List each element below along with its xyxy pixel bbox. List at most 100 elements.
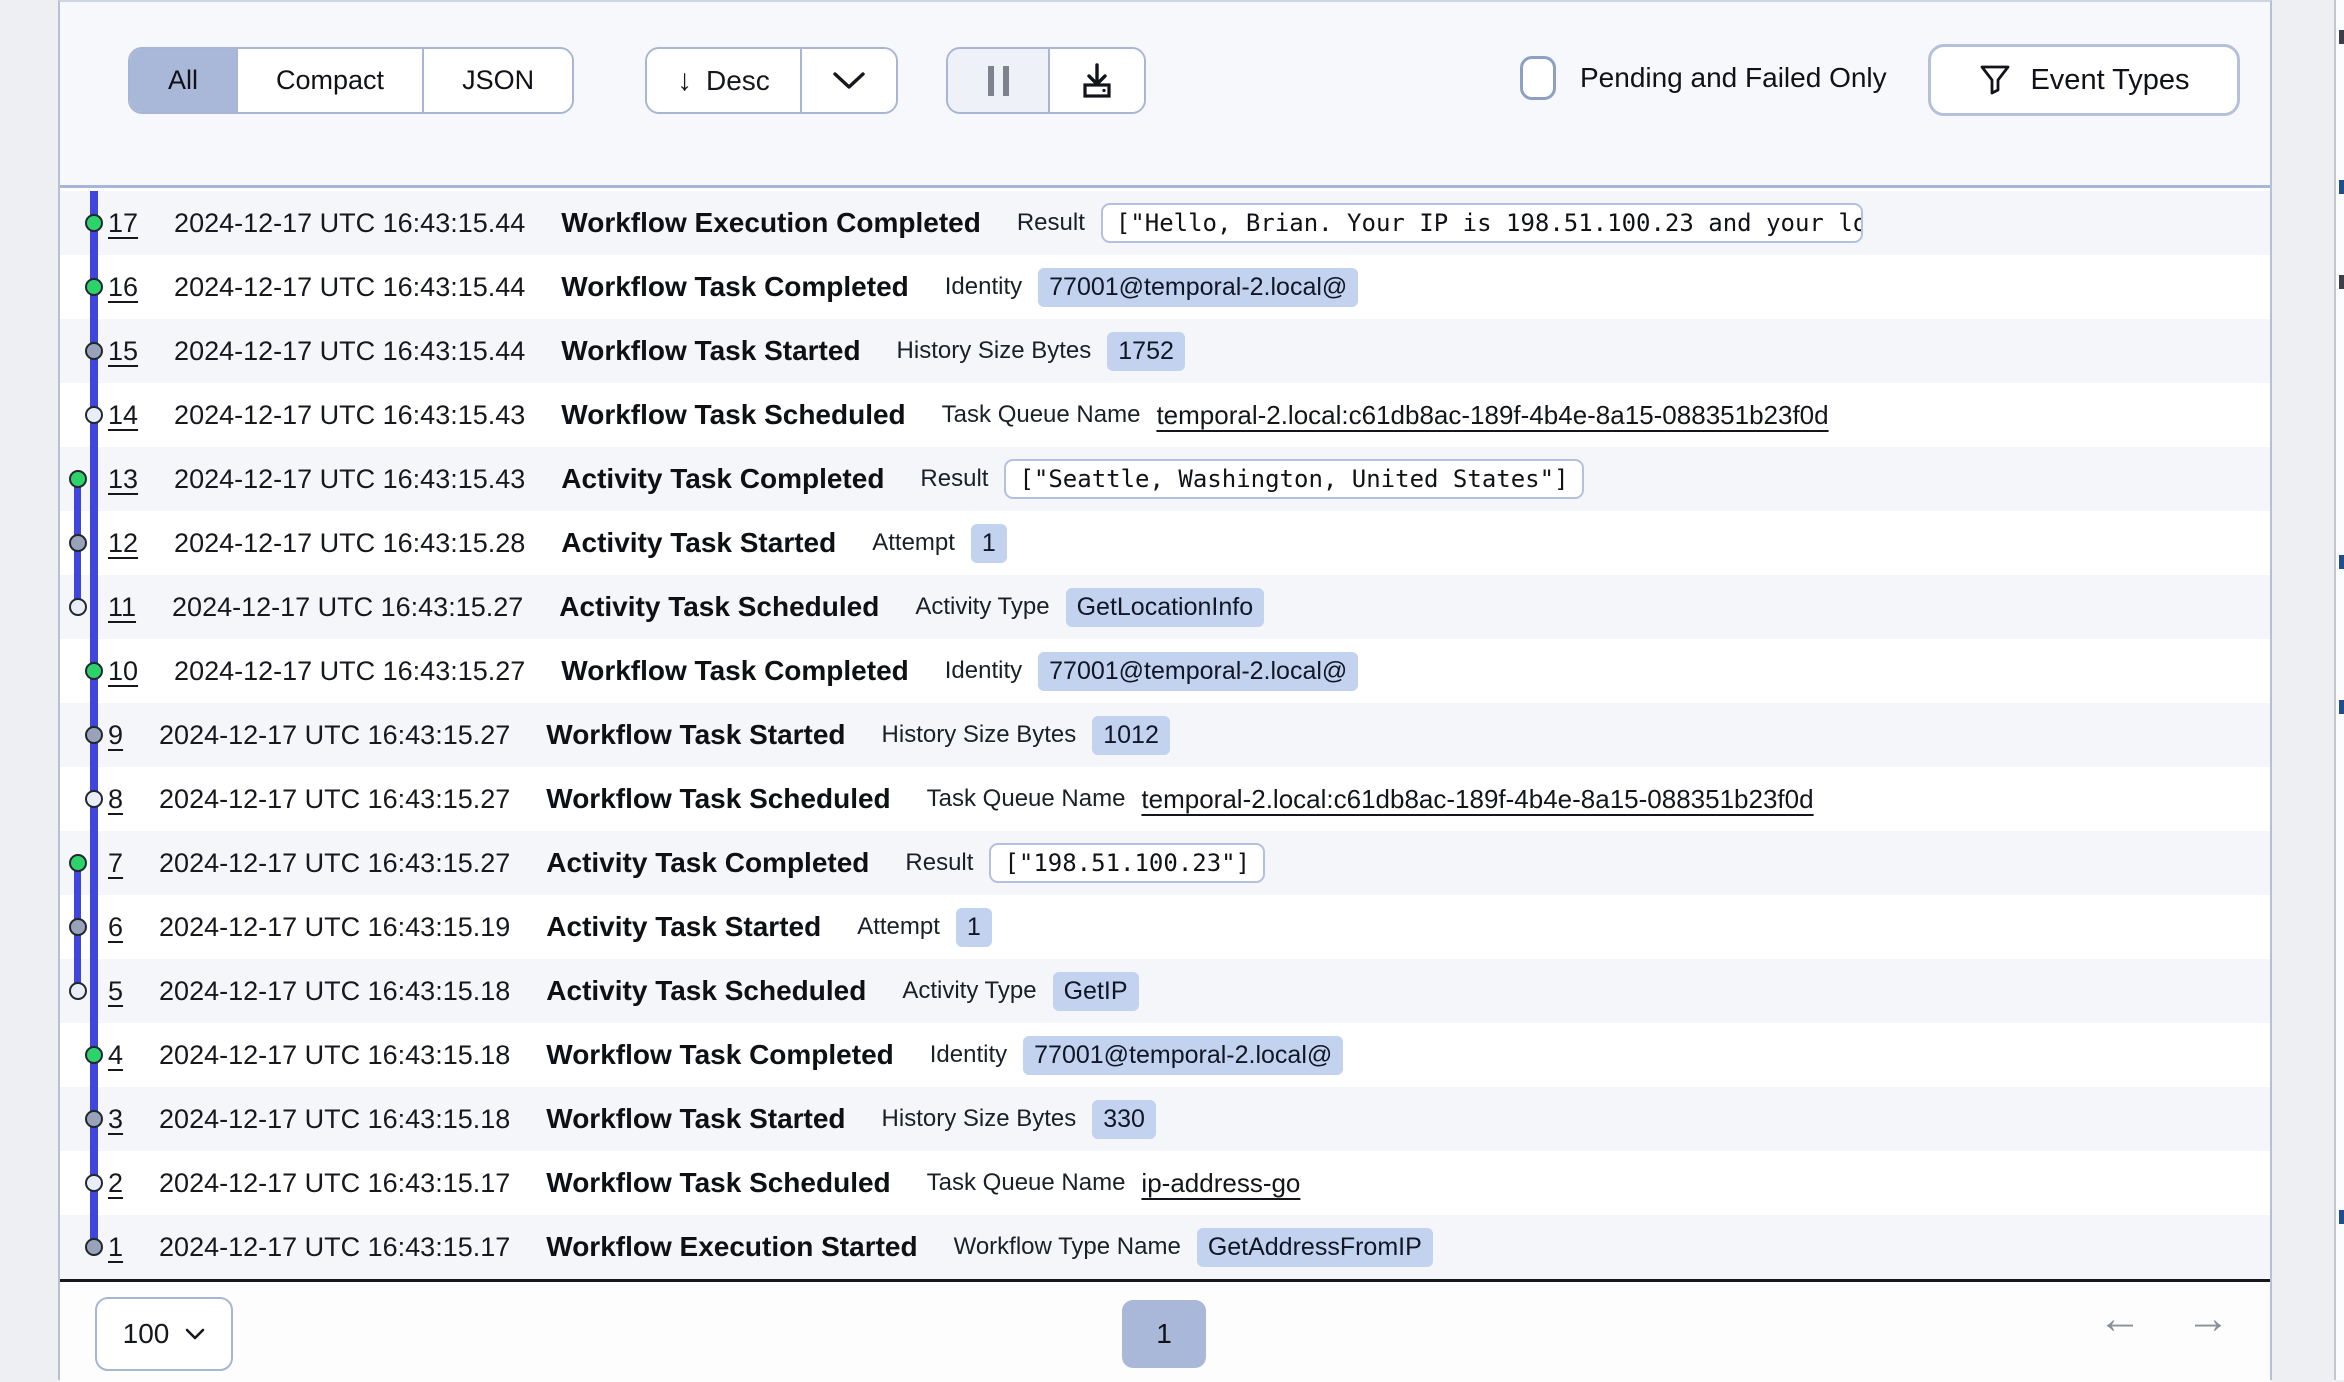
event-id-link[interactable]: 14 [108, 400, 138, 431]
event-id-link[interactable]: 13 [108, 464, 138, 495]
event-value-code: ["198.51.100.23"] [989, 843, 1265, 883]
event-id-link[interactable]: 17 [108, 208, 138, 239]
event-id-link[interactable]: 8 [108, 784, 123, 815]
event-status-dot-started [69, 918, 87, 936]
event-id-link[interactable]: 1 [108, 1232, 123, 1263]
event-detail-label: Result [905, 849, 973, 877]
pause-download-split-button [946, 47, 1146, 114]
event-status-dot-scheduled [85, 790, 103, 808]
event-row: 9 2024-12-17 UTC 16:43:15.27 Workflow Task… [60, 703, 2270, 767]
sort-options-dropdown-button[interactable] [800, 49, 896, 112]
event-value-badge: GetLocationInfo [1066, 588, 1265, 627]
event-value-badge: 77001@temporal-2.local@ [1038, 268, 1358, 307]
event-value-badge: 1 [971, 524, 1007, 563]
page-size-select[interactable]: 100 [95, 1297, 233, 1371]
pause-button[interactable] [948, 49, 1048, 112]
pause-icon [988, 66, 1009, 96]
event-row: 22024-12-17 UTC 16:43:15.17Workflow Task… [60, 1151, 2270, 1215]
event-name: Workflow Task Completed [561, 271, 908, 303]
event-id-link[interactable]: 4 [108, 1040, 123, 1071]
event-id-link[interactable]: 2 [108, 1168, 123, 1199]
event-id-link[interactable]: 11 [108, 592, 136, 623]
event-id-link[interactable]: 16 [108, 272, 138, 303]
event-detail: Identity77001@temporal-2.local@ [945, 268, 1359, 307]
event-detail-label: Workflow Type Name [954, 1233, 1181, 1261]
sort-desc-button[interactable]: ↓ Desc [647, 49, 800, 112]
event-detail-label: History Size Bytes [897, 337, 1092, 365]
event-id-link[interactable]: 7 [108, 848, 123, 879]
pending-failed-filter: Pending and Failed Only [1520, 56, 1887, 100]
download-button[interactable] [1048, 49, 1144, 112]
event-name: Workflow Execution Started [546, 1231, 917, 1263]
event-row: 1 2024-12-17 UTC 16:43:15.17 Workflow Exec… [60, 1215, 2270, 1279]
event-value-badge: 77001@temporal-2.local@ [1023, 1036, 1343, 1075]
event-list: 172024-12-17 UTC 16:43:15.44Workflow Exe… [60, 191, 2270, 1279]
event-value-badge: 1752 [1107, 332, 1185, 371]
event-history-toolbar: All Compact JSON ↓ Desc [60, 2, 2270, 188]
event-value-link[interactable]: temporal-2.local:c61db8ac-189f-4b4e-8a15… [1141, 784, 1813, 815]
sort-order-split-button: ↓ Desc [645, 47, 898, 114]
event-row: 62024-12-17 UTC 16:43:15.19Activity Task… [60, 895, 2270, 959]
event-detail: Result["Hello, Brian. Your IP is 198.51.… [1017, 203, 1863, 243]
event-name: Workflow Task Started [561, 335, 860, 367]
tab-json[interactable]: JSON [422, 49, 572, 112]
pending-failed-checkbox[interactable] [1520, 56, 1556, 100]
event-id-link[interactable]: 3 [108, 1104, 123, 1135]
event-detail: Task Queue Name ip-address-go [927, 1168, 1301, 1199]
pending-failed-label[interactable]: Pending and Failed Only [1580, 62, 1887, 94]
event-id-link[interactable]: 9 [108, 720, 123, 751]
event-row: 32024-12-17 UTC 16:43:15.18Workflow Task… [60, 1087, 2270, 1151]
event-status-dot-scheduled [85, 1174, 103, 1192]
event-types-button[interactable]: Event Types [1928, 44, 2240, 116]
arrow-down-icon: ↓ [677, 64, 692, 98]
event-name: Workflow Task Scheduled [546, 1167, 890, 1199]
tab-all[interactable]: All [130, 49, 236, 112]
tab-compact[interactable]: Compact [236, 49, 422, 112]
event-detail: Identity77001@temporal-2.local@ [945, 652, 1359, 691]
event-status-dot-completed [69, 854, 87, 872]
event-detail-label: History Size Bytes [882, 1105, 1077, 1133]
event-detail-label: Task Queue Name [927, 785, 1126, 813]
event-value-badge: 330 [1092, 1100, 1156, 1139]
event-timestamp: 2024-12-17 UTC 16:43:15.43 [174, 400, 525, 431]
event-timestamp: 2024-12-17 UTC 16:43:15.27 [159, 848, 510, 879]
event-value-code: ["Hello, Brian. Your IP is 198.51.100.23… [1101, 203, 1863, 243]
event-status-dot-completed [69, 470, 87, 488]
event-status-dot-started [85, 1238, 103, 1256]
event-detail: Task Queue Nametemporal-2.local:c61db8ac… [942, 400, 1829, 431]
event-status-dot-completed [85, 278, 103, 296]
event-status-dot-completed [85, 214, 103, 232]
event-id-link[interactable]: 6 [108, 912, 123, 943]
event-row: 152024-12-17 UTC 16:43:15.44Workflow Tas… [60, 319, 2270, 383]
event-name: Workflow Task Scheduled [561, 399, 905, 431]
cropped-content-sliver [2334, 0, 2344, 1380]
event-timestamp: 2024-12-17 UTC 16:43:15.18 [159, 1104, 510, 1135]
event-timestamp: 2024-12-17 UTC 16:43:15.17 [159, 1232, 510, 1263]
previous-page-arrow[interactable]: ← [2098, 1294, 2142, 1344]
event-value-link[interactable]: ip-address-go [1141, 1168, 1300, 1199]
event-id-link[interactable]: 10 [108, 656, 138, 687]
event-id-link[interactable]: 15 [108, 336, 138, 367]
event-id-link[interactable]: 5 [108, 976, 123, 1007]
event-name: Workflow Task Completed [561, 655, 908, 687]
event-timestamp: 2024-12-17 UTC 16:43:15.19 [159, 912, 510, 943]
event-status-dot-completed [85, 662, 103, 680]
event-detail-label: Task Queue Name [927, 1169, 1126, 1197]
event-id-link[interactable]: 12 [108, 528, 138, 559]
event-name: Workflow Task Started [546, 719, 845, 751]
event-status-dot-started [85, 726, 103, 744]
current-page-button[interactable]: 1 [1122, 1300, 1206, 1368]
event-timestamp: 2024-12-17 UTC 16:43:15.27 [159, 720, 510, 751]
event-detail-label: Identity [945, 657, 1022, 685]
event-row: 102024-12-17 UTC 16:43:15.27Workflow Tas… [60, 639, 2270, 703]
event-value-code: ["Seattle, Washington, United States"] [1004, 459, 1583, 499]
event-value-link[interactable]: temporal-2.local:c61db8ac-189f-4b4e-8a15… [1156, 400, 1828, 431]
event-detail: Identity77001@temporal-2.local@ [930, 1036, 1344, 1075]
next-page-arrow[interactable]: → [2186, 1294, 2230, 1344]
event-name: Activity Task Scheduled [559, 591, 879, 623]
event-value-badge: 1012 [1092, 716, 1170, 755]
pagination-footer: 100 1 ← → [60, 1282, 2270, 1382]
event-timestamp: 2024-12-17 UTC 16:43:15.27 [172, 592, 523, 623]
event-timestamp: 2024-12-17 UTC 16:43:15.28 [174, 528, 525, 559]
event-status-dot-scheduled [69, 598, 87, 616]
